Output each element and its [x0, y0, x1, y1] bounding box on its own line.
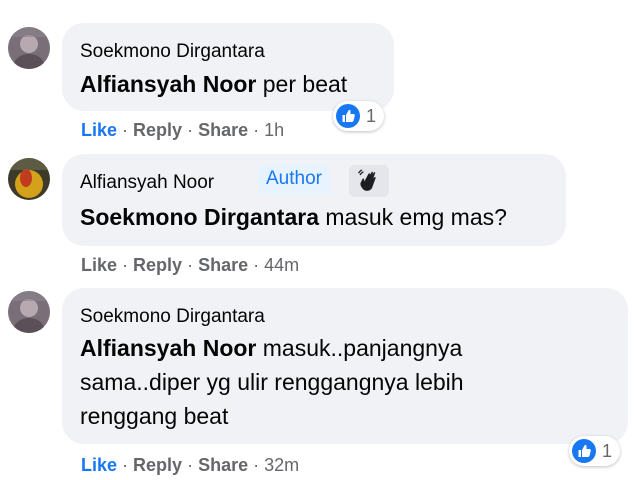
comment-body: Alfiansyah Noor per beat	[80, 67, 347, 101]
like-button[interactable]: Like	[81, 120, 117, 140]
avatar[interactable]	[8, 158, 50, 200]
separator-dot: ·	[122, 120, 129, 140]
comment-actions: Like · Reply · Share · 44m	[81, 255, 299, 276]
separator-dot: ·	[187, 120, 194, 140]
timestamp[interactable]: 44m	[264, 255, 299, 275]
comment-text: masuk emg mas?	[319, 204, 507, 230]
comment-bubble: Soekmono Dirgantara Alfiansyah Noor masu…	[62, 288, 628, 444]
mention-link[interactable]: Alfiansyah Noor	[80, 335, 256, 361]
comment-bubble: Alfiansyah Noor Author Soekmono Dirganta…	[62, 154, 566, 246]
separator-dot: ·	[122, 255, 129, 275]
comment-body: Soekmono Dirgantara masuk emg mas?	[80, 200, 507, 234]
reply-button[interactable]: Reply	[133, 255, 182, 275]
separator-dot: ·	[253, 455, 260, 475]
comment-author[interactable]: Soekmono Dirgantara	[80, 41, 265, 63]
share-button[interactable]: Share	[198, 120, 248, 140]
like-button[interactable]: Like	[81, 255, 117, 275]
author-badge: Author	[258, 164, 330, 194]
wave-icon	[357, 169, 376, 191]
share-button[interactable]: Share	[198, 255, 248, 275]
separator-dot: ·	[122, 455, 129, 475]
comment-author[interactable]: Alfiansyah Noor	[80, 172, 214, 194]
separator-dot: ·	[253, 120, 260, 140]
timestamp[interactable]: 1h	[264, 120, 284, 140]
comment-actions: Like · Reply · Share · 1h	[81, 120, 284, 141]
comment-bubble: Soekmono Dirgantara Alfiansyah Noor per …	[62, 23, 394, 111]
profile-photo-icon	[8, 291, 50, 333]
reaction-summary[interactable]: 1	[333, 101, 385, 131]
profile-photo-icon	[8, 27, 50, 69]
like-icon	[336, 104, 360, 128]
comment-author[interactable]: Soekmono Dirgantara	[80, 306, 265, 328]
separator-dot: ·	[187, 455, 194, 475]
comment-text: masuk..panjangnya	[256, 335, 463, 361]
timestamp[interactable]: 32m	[264, 455, 299, 475]
reply-button[interactable]: Reply	[133, 120, 182, 140]
separator-dot: ·	[253, 255, 260, 275]
share-button[interactable]: Share	[198, 455, 248, 475]
comment-thread: Soekmono Dirgantara Alfiansyah Noor per …	[0, 0, 640, 480]
like-icon	[572, 439, 596, 463]
comment-body-line: renggang beat	[80, 403, 229, 429]
mention-link[interactable]: Soekmono Dirgantara	[80, 204, 319, 230]
avatar[interactable]	[8, 27, 50, 69]
comment-text: per beat	[256, 71, 348, 97]
mention-link[interactable]: Alfiansyah Noor	[80, 71, 256, 97]
reaction-count: 1	[366, 105, 377, 126]
separator-dot: ·	[187, 255, 194, 275]
top-fan-badge[interactable]	[349, 165, 389, 197]
comment-actions: Like · Reply · Share · 32m	[81, 455, 299, 476]
comment-body-line: sama..diper yg ulir renggangnya lebih	[80, 369, 464, 395]
profile-photo-icon	[8, 158, 50, 200]
reply-button[interactable]: Reply	[133, 455, 182, 475]
like-button[interactable]: Like	[81, 455, 117, 475]
reaction-summary[interactable]: 1	[569, 436, 621, 466]
reaction-count: 1	[602, 440, 613, 461]
comment-body: Alfiansyah Noor masuk..panjangnya	[80, 331, 462, 365]
avatar[interactable]	[8, 291, 50, 333]
cutoff-text-fragment	[210, 0, 280, 4]
